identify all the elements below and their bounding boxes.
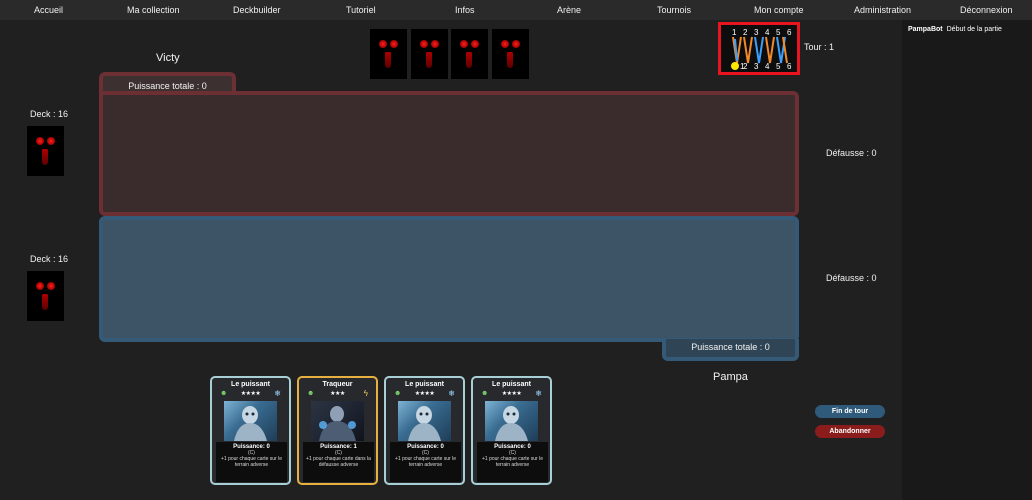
hand-card[interactable]: Traqueur ☻ ★★★ ϟ Puissance: 1 (C) +1 pou… bbox=[297, 376, 378, 485]
player-name: Pampa bbox=[713, 371, 748, 383]
snowflake-icon: ❄ bbox=[535, 389, 542, 398]
tracker-arrows bbox=[732, 36, 788, 64]
turn-tracker: 1 2 3 4 5 6 2 3 4 5 6 1 bbox=[718, 22, 800, 75]
lightning-icon: ϟ bbox=[363, 389, 368, 398]
opponent-hand-card bbox=[370, 29, 407, 79]
card-art bbox=[311, 401, 364, 441]
player-power-tab: Puissance totale : 0 bbox=[662, 339, 799, 361]
player-discard-count[interactable]: Défausse : 0 bbox=[826, 273, 877, 283]
tracker-bottom-3: 3 bbox=[754, 62, 759, 71]
card-art bbox=[398, 401, 451, 441]
tracker-top-3: 3 bbox=[754, 28, 759, 37]
forfeit-button[interactable]: Abandonner bbox=[815, 425, 885, 438]
player-total-power: Puissance totale : 0 bbox=[691, 342, 770, 352]
card-name: Le puissant bbox=[492, 381, 531, 388]
opponent-total-power: Puissance totale : 0 bbox=[128, 81, 207, 91]
nav-administration[interactable]: Administration bbox=[854, 5, 911, 15]
turn-marker bbox=[731, 62, 739, 70]
player-field[interactable] bbox=[99, 216, 799, 342]
player-deck bbox=[27, 271, 64, 321]
nav-arene[interactable]: Arène bbox=[557, 5, 581, 15]
log-author: PampaBot bbox=[908, 26, 943, 33]
card-text-box: Puissance: 0 (C) +1 pour chaque carte su… bbox=[390, 442, 461, 482]
hand-card[interactable]: Le puissant ☻ ★★★★ ❄ Puissance: 0 (C) +1… bbox=[384, 376, 465, 485]
opponent-hand-card bbox=[492, 29, 529, 79]
card-description: +1 pour chaque carte sur le terrain adve… bbox=[394, 456, 456, 468]
opponent-name: Victy bbox=[156, 52, 180, 64]
log-entry: PampaBot Début de la partie bbox=[908, 26, 1002, 33]
game-log-panel: PampaBot Début de la partie bbox=[902, 20, 1032, 500]
opponent-deck-count: Deck : 16 bbox=[30, 109, 69, 119]
opponent-hand-card bbox=[451, 29, 488, 79]
card-text-box: Puissance: 0 (C) +1 pour chaque carte su… bbox=[477, 442, 548, 482]
card-name: Le puissant bbox=[405, 381, 444, 388]
card-description: +1 pour chaque carte sur le terrain adve… bbox=[220, 456, 282, 468]
nav-mon-compte[interactable]: Mon compte bbox=[754, 5, 804, 15]
card-art bbox=[485, 401, 538, 441]
tracker-top-5: 5 bbox=[776, 28, 781, 37]
nav-ma-collection[interactable]: Ma collection bbox=[127, 5, 180, 15]
card-description: +1 pour chaque carte sur le terrain adve… bbox=[481, 456, 543, 468]
snowflake-icon: ❄ bbox=[448, 389, 455, 398]
turn-tracker-bottom-numbers: 2 3 4 5 6 bbox=[743, 62, 792, 71]
opponent-field bbox=[99, 91, 799, 216]
turn-tracker-graphic: 1 2 3 4 5 6 2 3 4 5 6 1 bbox=[731, 28, 792, 71]
hand-card[interactable]: Le puissant ☻ ★★★★ ❄ Puissance: 0 (C) +1… bbox=[210, 376, 291, 485]
tracker-top-4: 4 bbox=[765, 28, 770, 37]
turn-tracker-top-numbers: 1 2 3 4 5 6 bbox=[732, 28, 792, 37]
card-name: Traqueur bbox=[322, 381, 353, 388]
card-text-box: Puissance: 0 (C) +1 pour chaque carte su… bbox=[216, 442, 287, 482]
card-text-box: Puissance: 1 (C) +1 pour chaque carte da… bbox=[303, 442, 374, 482]
tracker-bottom-5: 5 bbox=[776, 62, 781, 71]
tracker-top-1: 1 bbox=[732, 28, 737, 37]
tracker-bottom-1: 1 bbox=[740, 62, 745, 71]
turn-label: Tour : 1 bbox=[804, 42, 835, 52]
tracker-bottom-4: 4 bbox=[765, 62, 770, 71]
card-art bbox=[224, 401, 277, 441]
nav-accueil[interactable]: Accueil bbox=[34, 5, 63, 15]
hand-card[interactable]: Le puissant ☻ ★★★★ ❄ Puissance: 0 (C) +1… bbox=[471, 376, 552, 485]
nav-infos[interactable]: Infos bbox=[455, 5, 475, 15]
nav-tutoriel[interactable]: Tutoriel bbox=[346, 5, 376, 15]
nav-tournois[interactable]: Tournois bbox=[657, 5, 691, 15]
tracker-bottom-6: 6 bbox=[787, 62, 792, 71]
log-message: Début de la partie bbox=[946, 26, 1002, 33]
tracker-top-6: 6 bbox=[787, 28, 792, 37]
card-name: Le puissant bbox=[231, 381, 270, 388]
player-deck-count: Deck : 16 bbox=[30, 254, 69, 264]
nav-deconnexion[interactable]: Déconnexion bbox=[960, 5, 1013, 15]
nav-deckbuilder[interactable]: Deckbuilder bbox=[233, 5, 281, 15]
snowflake-icon: ❄ bbox=[274, 389, 281, 398]
tracker-top-2: 2 bbox=[743, 28, 748, 37]
top-nav: Accueil Ma collection Deckbuilder Tutori… bbox=[0, 0, 1032, 20]
opponent-hand-card bbox=[411, 29, 448, 79]
card-description: +1 pour chaque carte dans la défausse ad… bbox=[306, 456, 371, 468]
end-turn-button[interactable]: Fin de tour bbox=[815, 405, 885, 418]
opponent-deck bbox=[27, 126, 64, 176]
opponent-discard-count[interactable]: Défausse : 0 bbox=[826, 148, 877, 158]
